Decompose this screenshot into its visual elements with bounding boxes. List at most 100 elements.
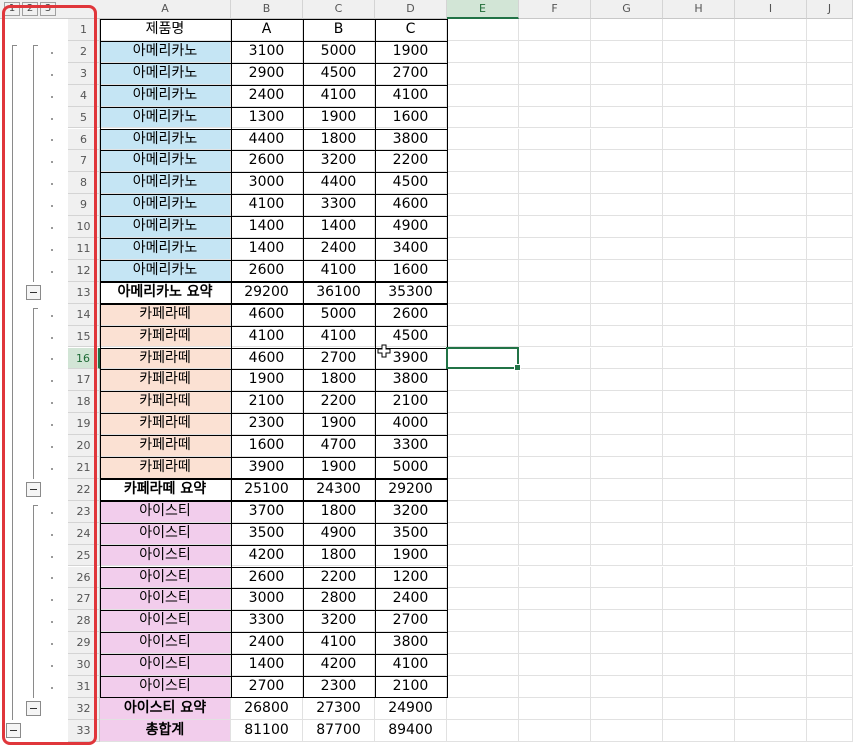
cell-i27[interactable] [735, 588, 807, 611]
cell-i32[interactable] [735, 697, 807, 720]
cell-e28[interactable] [447, 610, 519, 633]
column-header-j[interactable]: J [807, 0, 853, 19]
cell-j18[interactable] [807, 391, 853, 414]
outline-level-1-button[interactable]: 1 [4, 2, 20, 16]
row-header-1[interactable]: 1 [68, 19, 100, 41]
row-header-23[interactable]: 23 [68, 500, 100, 523]
cell-e12[interactable] [447, 259, 519, 282]
row-header-18[interactable]: 18 [68, 391, 100, 414]
cell-i18[interactable] [735, 391, 807, 414]
cell-h27[interactable] [663, 588, 735, 611]
cell-e32[interactable] [447, 697, 519, 720]
cell-f17[interactable] [519, 369, 591, 392]
cell-f33[interactable] [519, 719, 591, 742]
cell-j11[interactable] [807, 238, 853, 260]
cell-e15[interactable] [447, 325, 519, 348]
cell-h15[interactable] [663, 325, 735, 348]
cell-j4[interactable] [807, 84, 853, 107]
cell-h12[interactable] [663, 259, 735, 282]
cell-e5[interactable] [447, 106, 519, 129]
cell-h21[interactable] [663, 457, 735, 479]
row-header-10[interactable]: 10 [68, 216, 100, 238]
cell-g25[interactable] [591, 544, 663, 567]
row-header-32[interactable]: 32 [68, 697, 100, 720]
cell-g7[interactable] [591, 150, 663, 173]
cell-e4[interactable] [447, 84, 519, 107]
cell-g8[interactable] [591, 172, 663, 195]
cell-f25[interactable] [519, 544, 591, 567]
cell-f10[interactable] [519, 216, 591, 238]
cell-f32[interactable] [519, 697, 591, 720]
row-header-17[interactable]: 17 [68, 369, 100, 392]
cell-g21[interactable] [591, 457, 663, 479]
cell-j27[interactable] [807, 588, 853, 611]
row-header-6[interactable]: 6 [68, 128, 100, 151]
cell-j7[interactable] [807, 150, 853, 173]
cell-h17[interactable] [663, 369, 735, 392]
cell-h18[interactable] [663, 391, 735, 414]
cell-e10[interactable] [447, 216, 519, 238]
cell-j28[interactable] [807, 610, 853, 633]
cell-i25[interactable] [735, 544, 807, 567]
cell-g2[interactable] [591, 40, 663, 63]
cell-g24[interactable] [591, 522, 663, 545]
outline-level-2-button[interactable]: 2 [22, 2, 38, 16]
cell-i12[interactable] [735, 259, 807, 282]
row-header-28[interactable]: 28 [68, 610, 100, 633]
cell-h2[interactable] [663, 40, 735, 63]
cell-e30[interactable] [447, 654, 519, 676]
cell-i1[interactable] [735, 19, 807, 41]
cell-f29[interactable] [519, 632, 591, 655]
cell-c32[interactable]: 27300 [303, 697, 375, 720]
cell-h20[interactable] [663, 435, 735, 457]
cell-j23[interactable] [807, 500, 853, 523]
column-header-a[interactable]: A [100, 0, 231, 19]
cell-i24[interactable] [735, 522, 807, 545]
cell-f3[interactable] [519, 62, 591, 85]
cell-g5[interactable] [591, 106, 663, 129]
cell-e25[interactable] [447, 544, 519, 567]
collapse-group-total-button[interactable] [6, 723, 21, 739]
cell-b32[interactable]: 26800 [231, 697, 303, 720]
cell-e19[interactable] [447, 413, 519, 436]
row-header-3[interactable]: 3 [68, 62, 100, 85]
cell-j30[interactable] [807, 654, 853, 676]
cell-f1[interactable] [519, 19, 591, 41]
column-header-e[interactable]: E [447, 0, 519, 19]
collapse-group-iced-tea-button[interactable] [26, 701, 41, 717]
cell-j13[interactable] [807, 281, 853, 304]
cell-j16[interactable] [807, 347, 853, 370]
cell-f23[interactable] [519, 500, 591, 523]
cell-f12[interactable] [519, 259, 591, 282]
cell-j33[interactable] [807, 719, 853, 742]
cell-h13[interactable] [663, 281, 735, 304]
cell-j32[interactable] [807, 697, 853, 720]
cell-g28[interactable] [591, 610, 663, 633]
cell-g11[interactable] [591, 238, 663, 260]
cell-h23[interactable] [663, 500, 735, 523]
cell-g4[interactable] [591, 84, 663, 107]
cell-g23[interactable] [591, 500, 663, 523]
cell-a33[interactable]: 총합계 [100, 719, 231, 742]
cell-f14[interactable] [519, 303, 591, 326]
cell-f18[interactable] [519, 391, 591, 414]
cell-h32[interactable] [663, 697, 735, 720]
cell-h10[interactable] [663, 216, 735, 238]
column-header-h[interactable]: H [663, 0, 735, 19]
cell-f27[interactable] [519, 588, 591, 611]
cell-j14[interactable] [807, 303, 853, 326]
cell-j24[interactable] [807, 522, 853, 545]
cell-j29[interactable] [807, 632, 853, 655]
cell-g19[interactable] [591, 413, 663, 436]
cell-i6[interactable] [735, 128, 807, 151]
cell-i15[interactable] [735, 325, 807, 348]
row-header-19[interactable]: 19 [68, 413, 100, 436]
cell-j19[interactable] [807, 413, 853, 436]
cell-g26[interactable] [591, 566, 663, 589]
cell-j8[interactable] [807, 172, 853, 195]
cell-f22[interactable] [519, 478, 591, 501]
row-header-4[interactable]: 4 [68, 84, 100, 107]
cell-j26[interactable] [807, 566, 853, 589]
cell-f16[interactable] [519, 347, 591, 370]
cell-f30[interactable] [519, 654, 591, 676]
